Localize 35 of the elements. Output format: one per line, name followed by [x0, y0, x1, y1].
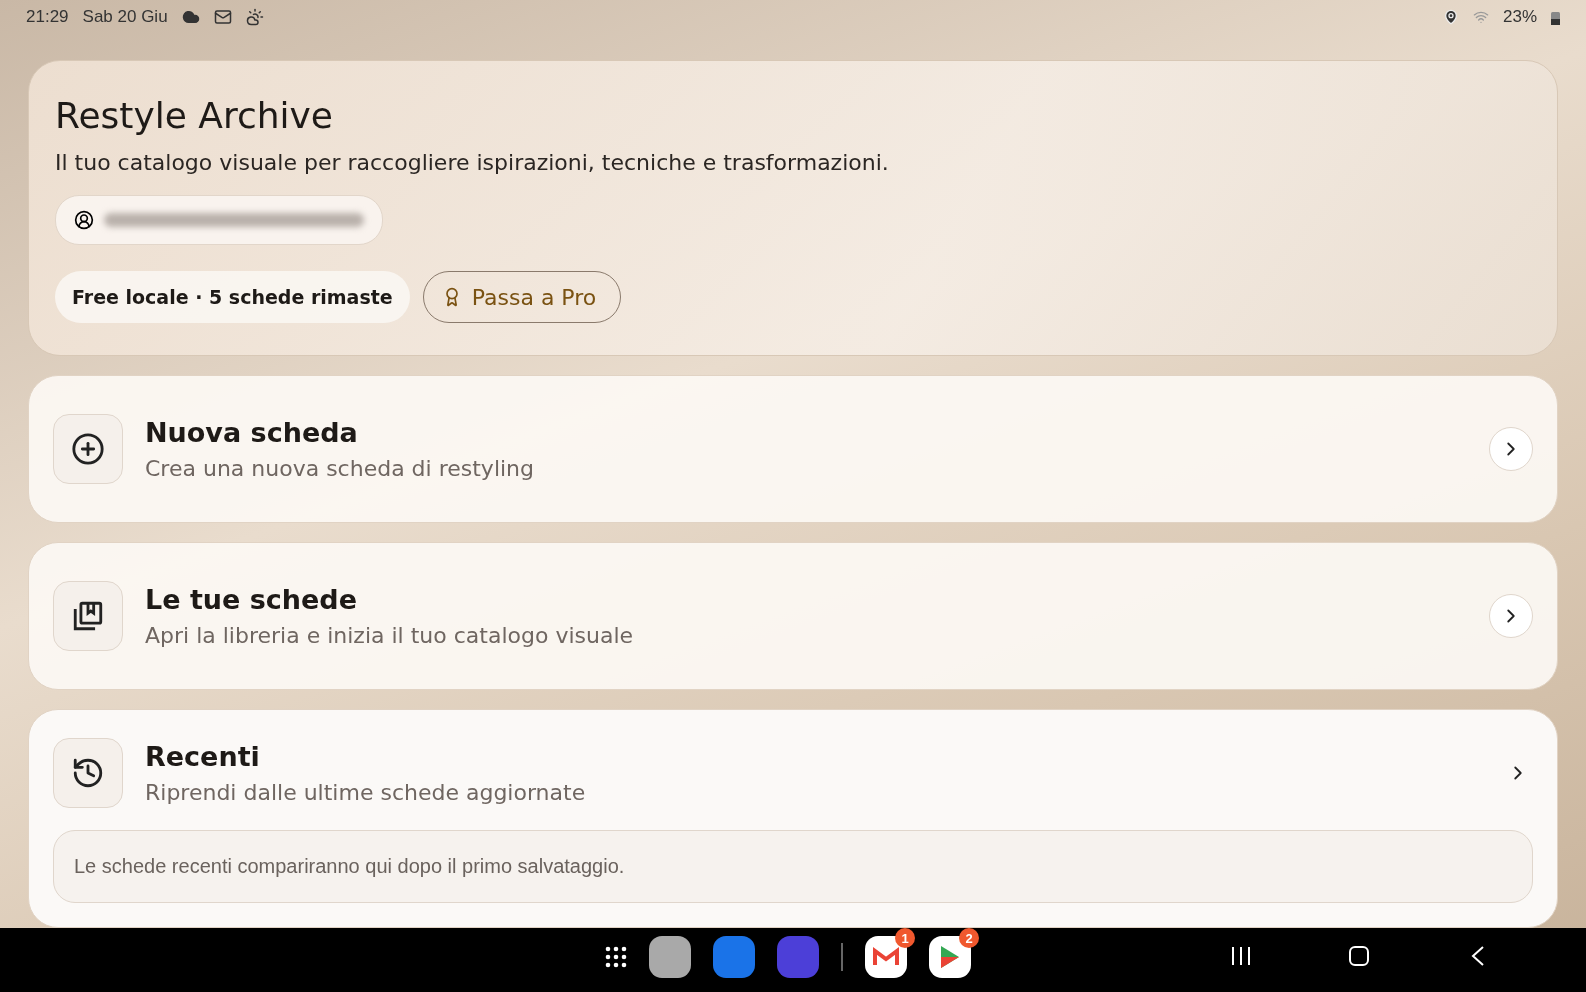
weather-icon: [245, 8, 264, 26]
app-grid-icon[interactable]: [605, 946, 627, 968]
card-title: Recenti: [145, 741, 261, 772]
app-title: Restyle Archive: [55, 95, 333, 136]
card-subtitle: Riprendi dalle ultime schede aggiornate: [145, 780, 587, 805]
mail-icon: [213, 8, 232, 26]
plan-badge: Free locale · 5 schede rimaste: [55, 271, 410, 323]
notification-badge: 2: [959, 928, 979, 948]
back-icon[interactable]: [1470, 945, 1486, 967]
history-icon: [71, 756, 105, 790]
menu-card[interactable]: Recenti Riprendi dalle ultime schede aggiornate Le schede recenti compariranno qui dopo il primo salvataggio.: [28, 709, 1558, 928]
mail-app-icon[interactable]: [865, 936, 907, 978]
notification-badge: 1: [895, 928, 915, 948]
recents-icon[interactable]: [1230, 945, 1252, 967]
card-subtitle: Apri la libreria e inizia il tuo catalogo visuale: [145, 623, 635, 648]
empty-note: Le schede recenti compariranno qui dopo il primo salvataggio.: [53, 830, 1533, 903]
plus-circle-icon: [71, 432, 105, 466]
wifi-icon: [1472, 9, 1489, 25]
battery-icon: [1551, 9, 1560, 25]
card-subtitle: Crea una nuova scheda di restyling: [145, 456, 536, 481]
status-time: 21:29: [26, 7, 69, 27]
card-title: Le tue schede: [145, 584, 358, 615]
battery-level: 23%: [1502, 7, 1537, 27]
menu-card[interactable]: Nuova scheda Crea una nuova scheda di restyling: [28, 375, 1558, 523]
user-icon: [74, 210, 94, 230]
card-title: Nuova scheda: [145, 417, 359, 448]
location-icon: [1442, 9, 1459, 25]
menu-card[interactable]: Le tue schede Apri la libreria e inizia il tuo catalogo visuale: [28, 542, 1558, 690]
home-icon[interactable]: [1348, 945, 1370, 967]
app-subtitle: Il tuo catalogo visuale per raccogliere ispirazioni, tecniche e trasformazioni.: [55, 150, 889, 175]
cloud-icon: [181, 8, 200, 26]
library-icon: [71, 599, 105, 633]
store-app-icon[interactable]: [929, 936, 971, 978]
status-date: Sab 20 Giu: [82, 7, 168, 27]
m-letter-icon: [873, 947, 899, 967]
